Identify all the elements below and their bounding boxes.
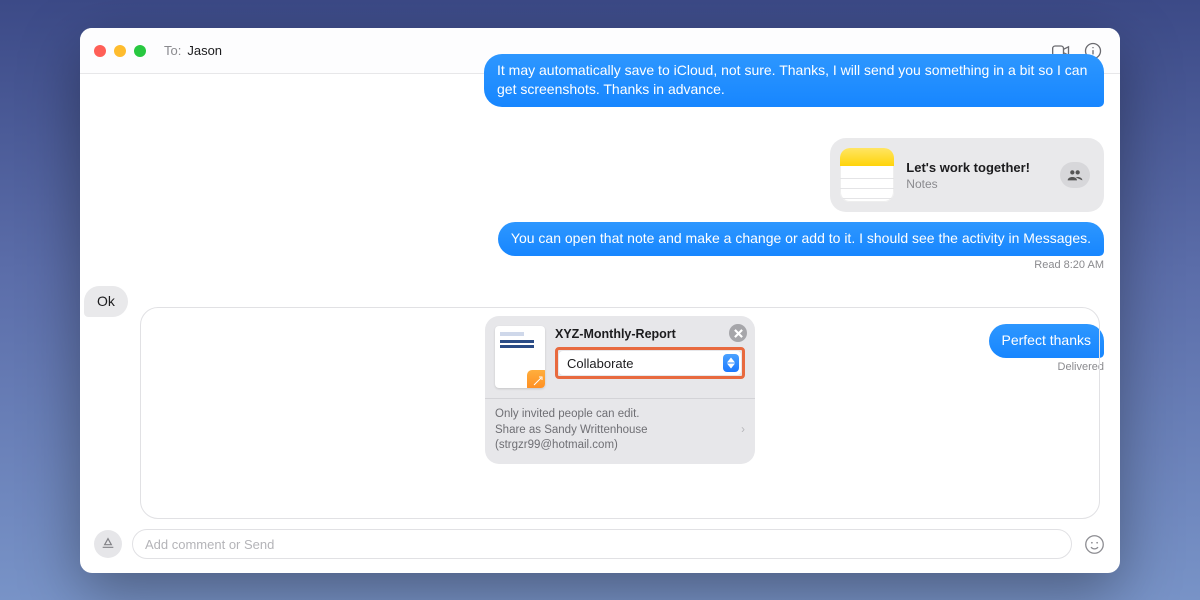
message-text: Ok (97, 293, 115, 309)
compose-attachment-field[interactable]: XYZ-Monthly-Report Collaborate (140, 307, 1100, 519)
to-label: To: (164, 43, 181, 58)
to-recipient[interactable]: Jason (187, 43, 222, 58)
select-value: Collaborate (567, 356, 634, 371)
emoji-picker-button[interactable] (1082, 532, 1106, 556)
input-placeholder: Add comment or Send (145, 537, 274, 552)
share-as-text: Share as Sandy Writtenhouse (495, 423, 731, 439)
notes-app-icon (840, 148, 894, 202)
share-settings-row[interactable]: Only invited people can edit. Share as S… (495, 407, 745, 454)
note-title: Let's work together! (906, 160, 1030, 175)
messages-window: To: Jason It may automatically save to i… (80, 28, 1120, 573)
participants-icon[interactable] (1060, 162, 1090, 188)
share-email-text: (strgzr99@hotmail.com) (495, 438, 731, 454)
window-controls (94, 45, 146, 57)
permission-text: Only invited people can edit. (495, 407, 731, 423)
received-message-bubble[interactable]: Ok (84, 286, 128, 317)
close-window-button[interactable] (94, 45, 106, 57)
compose-area: XYZ-Monthly-Report Collaborate (80, 307, 1120, 573)
document-thumbnail (495, 326, 545, 388)
stepper-icon (723, 354, 739, 372)
minimize-window-button[interactable] (114, 45, 126, 57)
message-status: Read 8:20 AM (498, 259, 1104, 271)
attachment-filename: XYZ-Monthly-Report (555, 326, 745, 341)
share-mode-select[interactable]: Collaborate (559, 351, 741, 375)
chevron-right-icon: › (741, 423, 745, 439)
message-text: You can open that note and make a change… (511, 230, 1091, 246)
message-input[interactable]: Add comment or Send (132, 529, 1072, 559)
zoom-window-button[interactable] (134, 45, 146, 57)
sent-message-bubble[interactable]: You can open that note and make a change… (498, 222, 1104, 256)
conversation-scroll[interactable]: It may automatically save to iCloud, not… (80, 74, 1120, 307)
pages-app-icon (527, 370, 545, 388)
collaborate-card: XYZ-Monthly-Report Collaborate (485, 316, 755, 464)
highlight-annotation: Collaborate (555, 347, 745, 379)
shared-note-attachment[interactable]: Let's work together! Notes (830, 138, 1104, 212)
apps-button[interactable] (94, 530, 122, 558)
message-text: It may automatically save to iCloud, not… (497, 62, 1087, 97)
note-source: Notes (906, 177, 1030, 191)
sent-message-bubble[interactable]: It may automatically save to iCloud, not… (484, 54, 1104, 107)
